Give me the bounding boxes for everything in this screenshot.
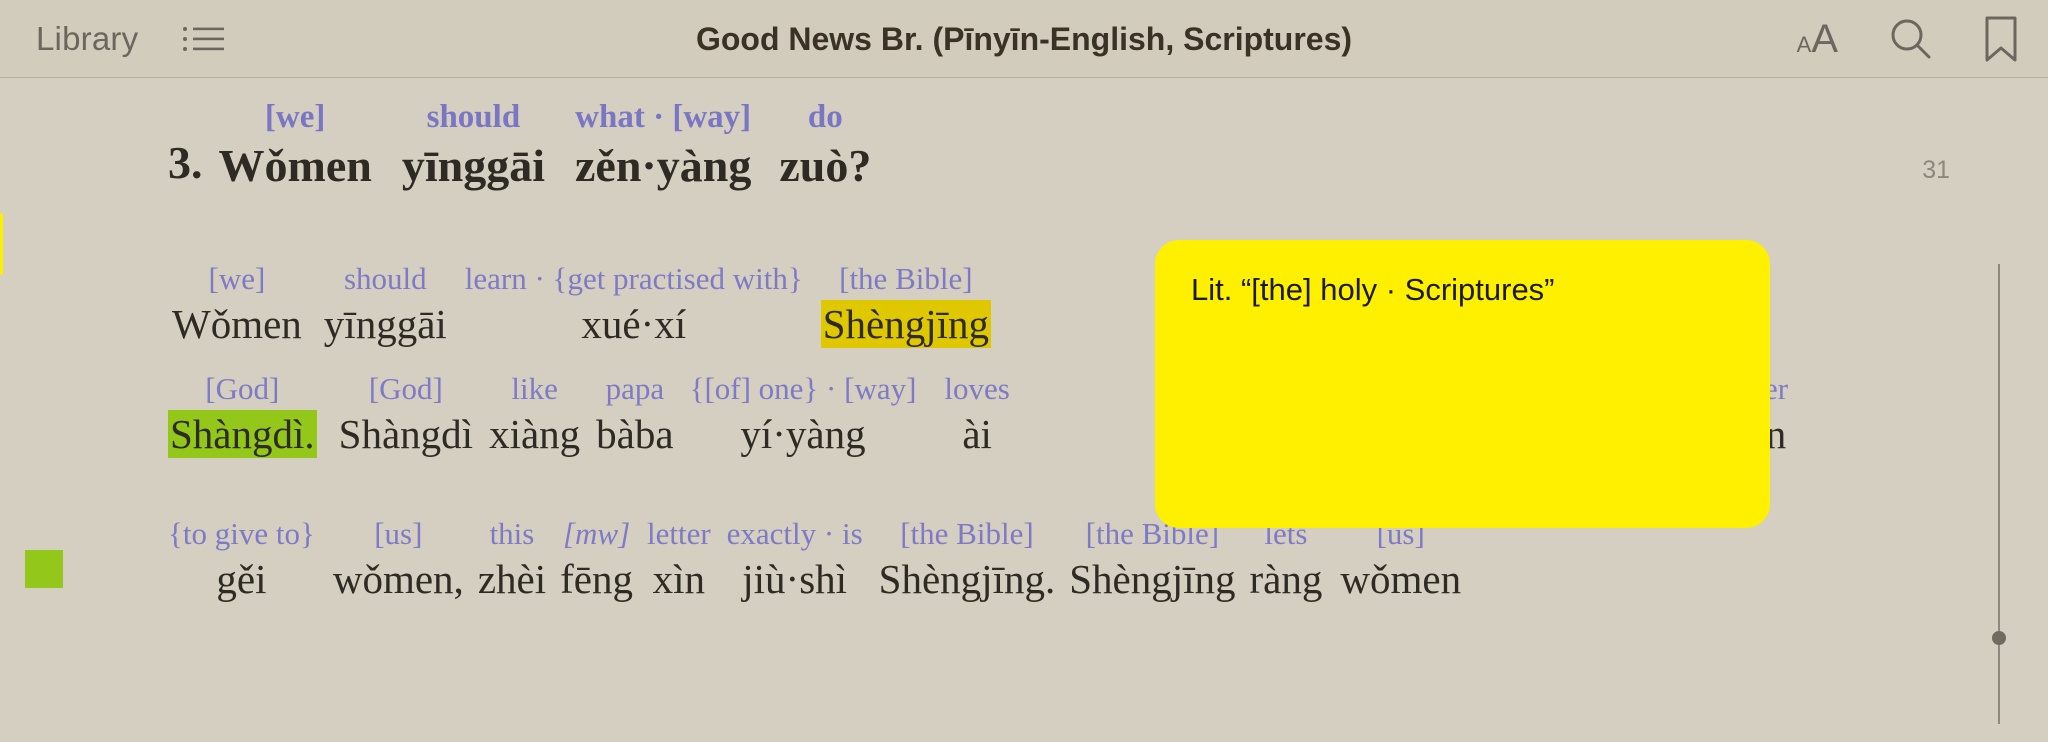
pinyin-text: zěn·yàng: [574, 139, 752, 191]
word-cell[interactable]: papa bàba: [596, 371, 674, 457]
pinyin-text: zuò?: [779, 139, 872, 191]
page-number: 31: [1922, 156, 1950, 184]
word-cell[interactable]: loves ài: [944, 371, 1010, 457]
pinyin-text: yīnggāi: [323, 300, 447, 347]
pinyin-text: wǒmen: [1340, 555, 1462, 602]
pinyin-text: jiù·shì: [742, 555, 848, 602]
gloss-text: exactly · is: [726, 516, 863, 551]
highlight-green[interactable]: Shàngdì.: [168, 409, 317, 458]
word-cell[interactable]: should yīnggāi: [402, 100, 545, 191]
gloss-text: [we]: [208, 261, 266, 296]
gloss-text: [we]: [264, 99, 326, 135]
pinyin-text: xué·xí: [581, 300, 687, 347]
gloss-text: this: [489, 516, 535, 551]
word-cell[interactable]: [us] wǒmen: [1340, 517, 1462, 602]
pinyin-text: bàba: [596, 410, 674, 457]
bookmark-icon[interactable]: [1984, 16, 2018, 62]
gloss-text: what · [way]: [575, 99, 752, 135]
word-cell[interactable]: this zhèi: [477, 516, 547, 602]
word-cell[interactable]: letter xìn: [646, 516, 711, 602]
pinyin-text: ài: [962, 410, 992, 457]
pinyin-text: wǒmen,: [332, 555, 464, 602]
tooltip-popup[interactable]: Lit. “[the] holy · Scriptures”: [1155, 240, 1770, 528]
gloss-text: like: [511, 371, 558, 406]
gloss-text: should: [426, 99, 521, 135]
word-cell[interactable]: [God] Shàngdì: [338, 371, 474, 457]
word-cell[interactable]: [we] Wǒmen: [219, 100, 372, 191]
pinyin-text: fēng: [560, 555, 633, 602]
pinyin-text: Wǒmen: [172, 300, 302, 347]
gloss-text: letter: [646, 516, 711, 551]
scrollbar-thumb[interactable]: [1992, 631, 2006, 645]
gloss-text: papa: [605, 371, 665, 406]
word-cell[interactable]: {to give to} gěi: [168, 516, 315, 602]
text-size-small-a: A: [1796, 32, 1812, 57]
tooltip-pointer: [0, 213, 3, 275]
word-cell[interactable]: [we] Wǒmen: [172, 261, 302, 347]
pinyin-text: yí·yàng: [740, 410, 866, 457]
tooltip-text: Lit. “[the] holy · Scriptures”: [1191, 272, 1555, 307]
pinyin-text: Shèngjīng.: [878, 555, 1056, 602]
pinyin-text: gěi: [216, 555, 267, 602]
gloss-text: [the Bible]: [900, 516, 1034, 551]
paragraph-number: 3.: [168, 137, 203, 189]
gloss-text: {to give to}: [168, 516, 315, 551]
interlinear-paragraph-3[interactable]: 3. [we] Wǒmen should yīnggāi what · [way…: [168, 100, 871, 191]
gloss-text: [us]: [374, 516, 423, 551]
word-cell[interactable]: what · [way] zěn·yàng: [575, 100, 751, 191]
word-cell[interactable]: exactly · is jiù·shì: [726, 516, 863, 602]
toolbar-right-group: AA: [1797, 0, 2018, 78]
gloss-text: [God]: [205, 371, 280, 406]
search-icon[interactable]: [1888, 16, 1934, 62]
word-cell[interactable]: [us] wǒmen,: [332, 516, 464, 602]
gloss-text: [the Bible]: [839, 261, 973, 296]
text-size-large-a: A: [1811, 17, 1838, 61]
word-cell[interactable]: like xiàng: [489, 371, 581, 457]
page-title: Good News Br. (Pīnyīn-English, Scripture…: [695, 20, 1353, 57]
paragraph-marker[interactable]: [25, 550, 63, 588]
word-cell[interactable]: should yīnggāi: [323, 261, 447, 347]
gloss-text: learn · {get practised with}: [464, 261, 803, 296]
gloss-text: [God]: [368, 371, 443, 406]
text-size-icon[interactable]: AA: [1797, 19, 1838, 59]
pinyin-text: yīnggāi: [401, 139, 545, 191]
word-cell-highlighted[interactable]: [God] Shàngdì.: [168, 371, 317, 458]
interlinear-line-2[interactable]: [we] Wǒmen should yīnggāi learn · {get p…: [172, 261, 991, 348]
gloss-text: {[of] one} · [way]: [689, 371, 917, 406]
interlinear-line-4[interactable]: {to give to} gěi [us] wǒmen, this zhèi […: [168, 516, 1462, 602]
pinyin-text: zhèi: [477, 555, 547, 602]
word-cell[interactable]: {[of] one} · [way] yí·yàng: [689, 371, 917, 457]
pinyin-text: Wǒmen: [218, 139, 372, 191]
word-cell[interactable]: [the Bible] Shèngjīng.: [878, 516, 1056, 602]
pinyin-text: ràng: [1249, 555, 1323, 602]
scrollbar-track[interactable]: [1998, 264, 2000, 724]
pinyin-text: Shèngjīng: [1069, 555, 1236, 602]
library-button[interactable]: Library: [36, 20, 138, 58]
word-cell[interactable]: [the Bible] Shèngjīng: [1069, 517, 1236, 602]
top-toolbar: Library Good News Br. (Pīnyīn-English, S…: [0, 0, 2048, 78]
gloss-text: [mw]: [562, 516, 631, 551]
word-cell-highlighted[interactable]: [the Bible] Shèngjīng: [820, 261, 991, 348]
toolbar-left-group: Library: [36, 0, 225, 78]
word-cell[interactable]: lets ràng: [1249, 517, 1323, 602]
word-cell[interactable]: do zuò?: [779, 100, 871, 191]
word-cell[interactable]: learn · {get practised with} xué·xí: [464, 261, 803, 347]
gloss-text: do: [807, 99, 843, 135]
gloss-text: should: [343, 261, 427, 296]
list-icon[interactable]: [182, 24, 225, 54]
reading-pane[interactable]: 31 3. [we] Wǒmen should yīnggāi what · […: [0, 78, 2048, 742]
pinyin-text: xìn: [652, 555, 706, 602]
pinyin-text: xiàng: [489, 410, 581, 457]
interlinear-line-3[interactable]: [God] Shàngdì. [God] Shàngdì like xiàng …: [168, 371, 1010, 458]
highlight-yellow[interactable]: Shèngjīng: [820, 299, 991, 348]
word-cell[interactable]: [mw] fēng: [560, 516, 633, 602]
pinyin-text: Shàngdì: [338, 410, 474, 457]
gloss-text: loves: [944, 371, 1010, 406]
